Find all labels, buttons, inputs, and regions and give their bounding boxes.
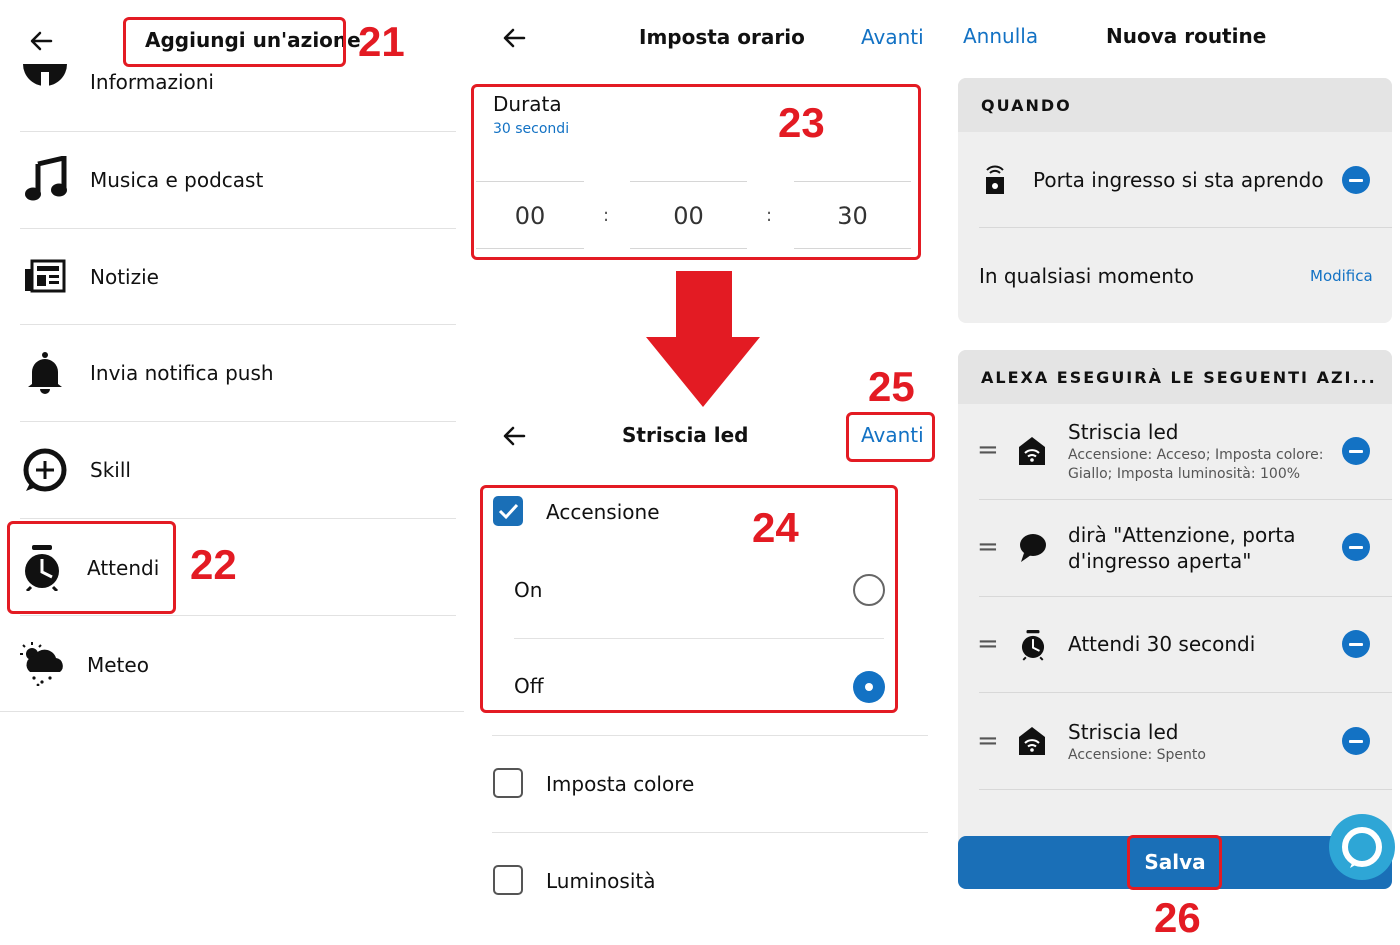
annotation-box-26 [1127, 835, 1222, 890]
section-header: QUANDO [981, 96, 1072, 115]
annotation-box-21 [123, 17, 346, 67]
annotation-box-23 [471, 84, 921, 260]
when-card: QUANDO Porta ingresso si sta aprendo In … [958, 78, 1392, 323]
drag-handle-icon[interactable]: = [977, 629, 999, 659]
back-arrow-icon[interactable] [501, 423, 527, 449]
alexa-button[interactable] [1329, 814, 1395, 880]
section-header: ALEXA ESEGUIRÀ LE SEGUENTI AZI... [981, 368, 1377, 387]
menu-item-notizie[interactable]: Notizie [0, 229, 460, 325]
door-sensor-icon [984, 165, 1006, 195]
brightness-checkbox[interactable] [493, 865, 523, 895]
menu-item-label: Invia notifica push [90, 361, 274, 385]
page-title: Imposta orario [639, 25, 805, 49]
menu-item-musica[interactable]: Musica e podcast [0, 132, 460, 228]
drag-handle-icon[interactable]: = [977, 435, 999, 465]
menu-item-label: Musica e podcast [90, 168, 264, 192]
action-title[interactable]: d'ingresso aperta" [1068, 549, 1251, 573]
drag-handle-icon[interactable]: = [977, 532, 999, 562]
newspaper-icon [24, 259, 66, 293]
weather-icon [16, 640, 68, 687]
actions-card: ALEXA ESEGUIRÀ LE SEGUENTI AZI... = Stri… [958, 350, 1392, 850]
drag-handle-icon[interactable]: = [977, 726, 999, 756]
color-checkbox[interactable] [493, 768, 523, 798]
cancel-link[interactable]: Annulla [963, 24, 1038, 48]
alexa-icon [1342, 827, 1382, 868]
page-title: Striscia led [622, 423, 749, 447]
menu-item-meteo[interactable]: Meteo [0, 616, 460, 712]
smart-home-icon [1018, 436, 1046, 466]
annotation-number-25: 25 [868, 363, 915, 410]
remove-action-button[interactable] [1342, 533, 1370, 561]
remove-action-button[interactable] [1342, 630, 1370, 658]
menu-item-informazioni[interactable]: Informazioni [0, 64, 460, 130]
annotation-number-21: 21 [358, 18, 405, 65]
info-icon [22, 64, 68, 106]
action-detail: Accensione: Spento [1068, 747, 1206, 763]
skill-plus-icon [22, 447, 68, 493]
page-title: Nuova routine [1106, 24, 1267, 48]
action-title[interactable]: Attendi 30 secondi [1068, 632, 1255, 656]
next-link[interactable]: Avanti [861, 25, 924, 49]
annotation-box-22 [7, 521, 176, 614]
remove-action-button[interactable] [1342, 727, 1370, 755]
bell-icon [26, 352, 64, 394]
timer-icon [1020, 629, 1046, 661]
action-title[interactable]: Striscia led [1068, 720, 1178, 744]
menu-item-notifica-push[interactable]: Invia notifica push [0, 325, 460, 421]
smart-home-icon [1018, 726, 1046, 756]
menu-item-label: Notizie [90, 265, 159, 289]
annotation-number-23: 23 [778, 99, 825, 146]
annotation-box-25 [846, 412, 935, 462]
menu-item-label: Skill [90, 458, 131, 482]
annotation-number-24: 24 [752, 504, 799, 551]
trigger-label[interactable]: Porta ingresso si sta aprendo [1033, 168, 1324, 192]
modify-link[interactable]: Modifica [1310, 267, 1373, 285]
color-label: Imposta colore [546, 772, 695, 796]
annotation-box-24 [480, 485, 898, 713]
action-title[interactable]: dirà "Attenzione, porta [1068, 523, 1296, 547]
action-detail: Giallo; Imposta luminosità: 100% [1068, 466, 1301, 482]
back-arrow-icon[interactable] [501, 25, 527, 51]
action-detail: Accensione: Acceso; Imposta colore: [1068, 447, 1324, 463]
annotation-number-22: 22 [190, 541, 237, 588]
menu-item-label: Meteo [87, 653, 149, 677]
remove-trigger-button[interactable] [1342, 166, 1370, 194]
remove-action-button[interactable] [1342, 437, 1370, 465]
annotation-number-26: 26 [1154, 894, 1201, 941]
action-title[interactable]: Striscia led [1068, 420, 1178, 444]
down-arrow-icon [646, 271, 760, 407]
schedule-label: In qualsiasi momento [979, 264, 1194, 288]
music-note-icon [24, 154, 68, 202]
menu-item-skill[interactable]: Skill [0, 422, 460, 518]
speech-bubble-icon [1018, 533, 1046, 563]
brightness-label: Luminosità [546, 869, 656, 893]
menu-item-label: Informazioni [90, 70, 214, 94]
back-arrow-icon[interactable] [28, 28, 54, 54]
